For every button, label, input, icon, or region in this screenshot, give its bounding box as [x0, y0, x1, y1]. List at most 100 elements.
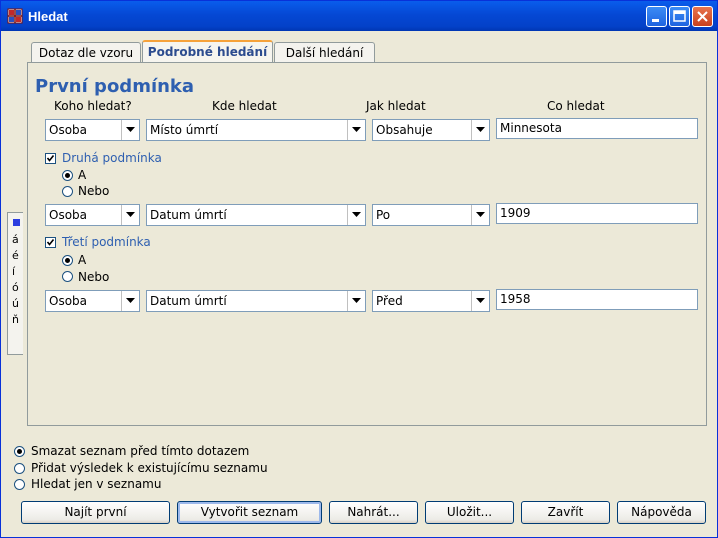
how-value: Obsahuje	[376, 123, 433, 137]
special-characters-tab[interactable]: á é í ó ú ň	[7, 212, 23, 355]
who-select-3[interactable]: Osoba	[45, 290, 140, 312]
third-condition-label: Třetí podmínka	[62, 235, 151, 249]
what-input-1[interactable]	[497, 119, 687, 137]
tab-label: Dotaz dle vzoru	[38, 46, 134, 60]
where-value: Datum úmrtí	[150, 208, 227, 222]
char-a-acute[interactable]: á	[12, 233, 19, 246]
append-list-label: Přidat výsledek k existujícímu seznamu	[31, 461, 268, 475]
chevron-down-icon	[352, 127, 361, 132]
search-dialog: Hledat Dotaz dle vzoru Podrobné hledání …	[0, 0, 718, 538]
dropdown-arrow[interactable]	[121, 291, 139, 311]
title-bar[interactable]: Hledat	[1, 1, 717, 31]
append-list-radio[interactable]	[14, 463, 25, 474]
load-button[interactable]: Nahrát...	[329, 501, 418, 524]
dropdown-arrow[interactable]	[347, 291, 365, 311]
third-and-radio[interactable]	[62, 255, 73, 266]
what-field-1[interactable]	[496, 118, 698, 139]
who-value: Osoba	[49, 123, 88, 137]
tab-query-by-example[interactable]: Dotaz dle vzoru	[31, 42, 141, 63]
pin-icon	[13, 219, 20, 226]
close-icon	[697, 11, 708, 22]
tab-other-search[interactable]: Další hledání	[274, 42, 375, 63]
save-button[interactable]: Uložit...	[425, 501, 514, 524]
how-value: Před	[376, 294, 403, 308]
dropdown-arrow[interactable]	[471, 291, 489, 311]
chevron-down-icon	[126, 298, 135, 303]
second-condition-checkbox[interactable]	[45, 153, 56, 164]
maximize-icon	[673, 10, 686, 22]
where-select-1[interactable]: Místo úmrtí	[146, 119, 366, 141]
search-in-list-label: Hledat jen v seznamu	[31, 477, 162, 491]
what-input-2[interactable]	[497, 204, 687, 222]
char-o-acute[interactable]: ó	[12, 281, 19, 294]
checkmark-icon	[46, 155, 55, 162]
column-what: Co hledat	[547, 99, 605, 113]
tab-label: Další hledání	[285, 46, 364, 60]
how-select-1[interactable]: Obsahuje	[372, 119, 490, 141]
dropdown-arrow[interactable]	[121, 120, 139, 140]
clear-list-radio[interactable]	[14, 446, 25, 457]
dropdown-arrow[interactable]	[471, 120, 489, 140]
third-condition-checkbox[interactable]	[45, 237, 56, 248]
char-i-acute[interactable]: í	[12, 265, 15, 278]
help-button[interactable]: Nápověda	[617, 501, 706, 524]
minimize-icon	[652, 19, 659, 22]
second-or-radio[interactable]	[62, 186, 73, 197]
second-and-label: A	[78, 168, 87, 182]
chevron-down-icon	[476, 127, 485, 132]
dropdown-arrow[interactable]	[347, 120, 365, 140]
column-how: Jak hledat	[366, 99, 426, 113]
clear-list-label: Smazat seznam před tímto dotazem	[31, 444, 250, 458]
dropdown-arrow[interactable]	[347, 205, 365, 225]
checkmark-icon	[46, 239, 55, 246]
find-first-button[interactable]: Najít první	[21, 501, 170, 524]
radio-dot	[65, 173, 70, 178]
where-select-2[interactable]: Datum úmrtí	[146, 204, 366, 226]
where-value: Datum úmrtí	[150, 294, 227, 308]
chevron-down-icon	[352, 212, 361, 217]
tab-strip: Dotaz dle vzoru Podrobné hledání Další h…	[27, 40, 707, 63]
what-field-2[interactable]	[496, 203, 698, 224]
dropdown-arrow[interactable]	[121, 205, 139, 225]
how-select-2[interactable]: Po	[372, 204, 490, 226]
maximize-button[interactable]	[669, 6, 690, 27]
tab-detailed-search[interactable]: Podrobné hledání	[142, 40, 273, 62]
where-value: Místo úmrtí	[150, 123, 219, 137]
close-window-button[interactable]	[692, 6, 713, 27]
who-value: Osoba	[49, 208, 88, 222]
first-condition-heading: První podmínka	[35, 76, 195, 97]
search-in-list-radio[interactable]	[14, 479, 25, 490]
radio-dot	[65, 258, 70, 263]
third-or-label: Nebo	[78, 270, 110, 284]
create-list-button[interactable]: Vytvořit seznam	[177, 501, 322, 524]
how-select-3[interactable]: Před	[372, 290, 490, 312]
window-title: Hledat	[28, 9, 68, 24]
second-condition-label: Druhá podmínka	[62, 151, 162, 165]
where-select-3[interactable]: Datum úmrtí	[146, 290, 366, 312]
chevron-down-icon	[352, 298, 361, 303]
third-or-radio[interactable]	[62, 271, 73, 282]
tab-label: Podrobné hledání	[147, 45, 268, 59]
column-where: Kde hledat	[212, 99, 277, 113]
second-or-label: Nebo	[78, 184, 110, 198]
close-button[interactable]: Zavřít	[521, 501, 610, 524]
column-who: Koho hledat?	[54, 99, 132, 113]
char-n-caron[interactable]: ň	[12, 313, 19, 326]
third-and-label: A	[78, 253, 87, 267]
who-select-1[interactable]: Osoba	[45, 119, 140, 141]
char-e-acute[interactable]: é	[12, 249, 19, 262]
second-and-radio[interactable]	[62, 170, 73, 181]
char-u-acute[interactable]: ú	[12, 297, 19, 310]
what-field-3[interactable]	[496, 289, 698, 310]
who-select-2[interactable]: Osoba	[45, 204, 140, 226]
chevron-down-icon	[476, 298, 485, 303]
minimize-button[interactable]	[646, 6, 667, 27]
app-icon	[7, 8, 23, 24]
dropdown-arrow[interactable]	[471, 205, 489, 225]
chevron-down-icon	[126, 212, 135, 217]
radio-dot	[17, 449, 22, 454]
who-value: Osoba	[49, 294, 88, 308]
what-input-3[interactable]	[497, 290, 687, 308]
chevron-down-icon	[476, 212, 485, 217]
how-value: Po	[376, 208, 391, 222]
